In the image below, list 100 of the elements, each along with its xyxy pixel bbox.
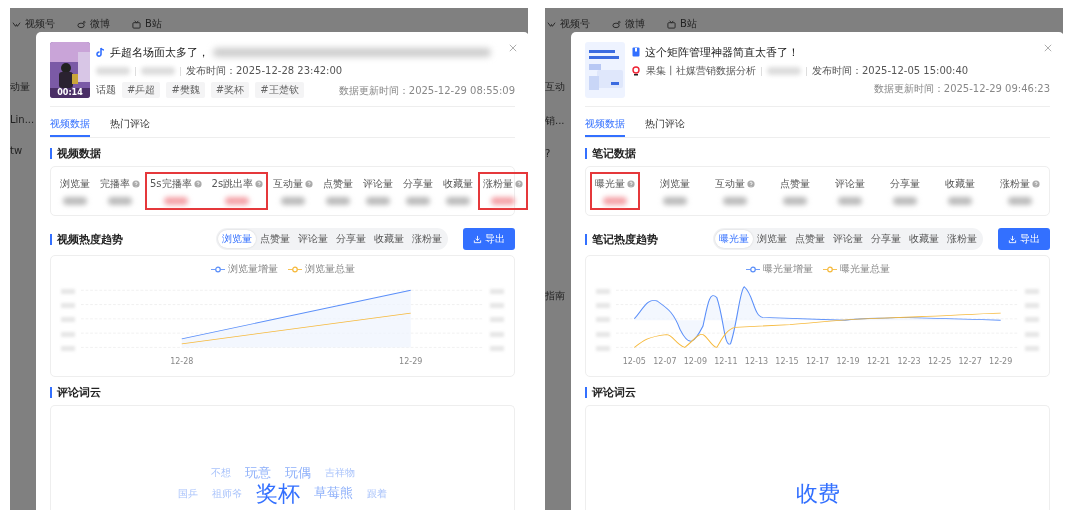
music-note-icon (96, 47, 106, 57)
nav-tab[interactable]: 视频号 (547, 16, 590, 32)
help-icon[interactable] (515, 180, 524, 188)
tab[interactable]: 视频数据 (585, 115, 625, 137)
metric-tab[interactable]: 曝光量 (715, 230, 753, 248)
tab[interactable]: 视频数据 (50, 115, 90, 137)
topic-tag[interactable]: #樊魏 (166, 82, 205, 98)
download-icon (1008, 234, 1017, 244)
tab[interactable]: 热门评论 (645, 115, 685, 137)
update-time: 数据更新时间：2025-12-29 09:46:23 (873, 82, 1050, 96)
cloud-word: 吉祥物 (324, 467, 355, 479)
tv-icon (132, 19, 141, 29)
metric-tab[interactable]: 评论量 (829, 230, 867, 248)
close-icon[interactable] (509, 44, 517, 52)
metric-tab[interactable]: 分享量 (332, 230, 370, 248)
wave-icon (12, 19, 21, 29)
metric-label: 浏览量 (60, 177, 90, 191)
metric-tab[interactable]: 收藏量 (370, 230, 408, 248)
blurred-value-drawing (108, 197, 132, 205)
metric-tab[interactable]: 点赞量 (256, 230, 294, 248)
blurred-value-drawing (63, 197, 87, 205)
blurred-value-drawing (783, 197, 807, 205)
nav-tab[interactable]: B站 (667, 16, 697, 32)
metric-tab[interactable]: 浏览量 (218, 230, 256, 248)
section-title: 视频热度趋势 (57, 231, 123, 247)
metric-tab[interactable]: 分享量 (867, 230, 905, 248)
metric-label: 互动量 (715, 177, 745, 191)
background-text: 动量 (10, 80, 30, 94)
post-title: 这个矩阵管理神器简直太香了！ (645, 44, 799, 60)
background-text: 销... (545, 114, 565, 128)
help-icon[interactable] (627, 180, 635, 188)
wave-icon (547, 19, 556, 29)
section-title: 笔记数据 (592, 146, 636, 161)
help-icon[interactable] (255, 180, 264, 188)
blurred-value-drawing (281, 197, 306, 205)
blurred-value-drawing (1008, 197, 1032, 205)
metric-tab[interactable]: 涨粉量 (943, 230, 981, 248)
bookmark-icon (631, 47, 641, 57)
metric-tab[interactable]: 评论量 (294, 230, 332, 248)
section-title: 评论词云 (57, 385, 101, 400)
update-time: 数据更新时间：2025-12-29 08:55:09 (338, 84, 515, 98)
topics-label: 话题 (96, 83, 116, 97)
blurred-value-drawing (838, 197, 862, 205)
cloud-word: 国乒 (178, 487, 198, 500)
metric-label: 2s跳出率 (211, 177, 254, 191)
tab[interactable]: 热门评论 (110, 115, 150, 137)
author-name: 果集丨社媒营销数据分析 (646, 64, 756, 78)
blurred-value-drawing (225, 197, 250, 205)
close-icon[interactable] (1044, 44, 1052, 52)
topic-tag[interactable]: #乒超 (122, 82, 161, 98)
help-icon[interactable] (193, 180, 202, 188)
blurred-value-drawing (366, 197, 391, 205)
help-icon[interactable] (305, 180, 314, 188)
metric-tab[interactable]: 涨粉量 (408, 230, 446, 248)
blurred-text-drawing (141, 67, 175, 75)
background-text: 互动 (545, 80, 565, 94)
help-icon[interactable] (132, 180, 140, 188)
blurred-value-drawing (491, 197, 516, 205)
section-title: 笔记热度趋势 (592, 231, 658, 247)
blurred-text-drawing (96, 67, 130, 75)
cloud-word: 奖杯 (256, 480, 300, 506)
metric-label: 收藏量 (443, 177, 474, 191)
help-icon[interactable] (1032, 180, 1040, 188)
download-icon (473, 234, 482, 244)
metric-tab[interactable]: 收藏量 (905, 230, 943, 248)
nav-tab[interactable]: 视频号 (12, 16, 55, 32)
blurred-text-drawing (767, 67, 801, 75)
cloud-word: 收费 (795, 480, 840, 506)
legend-label: 浏览量总量 (304, 262, 355, 276)
help-icon[interactable] (747, 180, 755, 188)
weibo-icon (612, 19, 621, 29)
nav-tab[interactable]: 微博 (612, 16, 645, 32)
metric-label: 评论量 (363, 177, 394, 191)
nav-tab[interactable]: B站 (132, 16, 162, 32)
metric-label: 点赞量 (323, 177, 354, 191)
legend-label: 浏览量增量 (227, 262, 278, 276)
blurred-value-drawing (723, 197, 747, 205)
nav-tab[interactable]: 微博 (77, 16, 110, 32)
blurred-value-drawing (326, 197, 351, 205)
section-title: 评论词云 (592, 385, 636, 400)
topic-tag[interactable]: #王楚钦 (255, 82, 304, 98)
axis-label: 12-13 (744, 357, 769, 366)
metric-tab[interactable]: 点赞量 (791, 230, 829, 248)
axis-label: 12-19 (836, 357, 860, 366)
post-title: 乒超名场面太多了， (110, 44, 209, 60)
metric-label: 浏览量 (660, 177, 690, 191)
export-button[interactable]: 导出 (463, 228, 515, 250)
blurred-value-drawing (163, 197, 188, 205)
metric-label: 完播率 (100, 177, 130, 191)
cloud-word: 不想 (210, 467, 231, 479)
metric-label: 5s完播率 (150, 177, 192, 191)
axis-label: 12-28 (170, 357, 194, 366)
metric-label: 互动量 (273, 177, 304, 191)
axis-label: 12-27 (958, 357, 982, 366)
metric-tab[interactable]: 浏览量 (753, 230, 791, 248)
topic-tag[interactable]: #奖杯 (210, 82, 250, 98)
metric-label: 评论量 (835, 177, 865, 191)
export-button[interactable]: 导出 (998, 228, 1050, 250)
axis-label: 12-05 (622, 357, 646, 366)
tv-icon (667, 19, 676, 29)
